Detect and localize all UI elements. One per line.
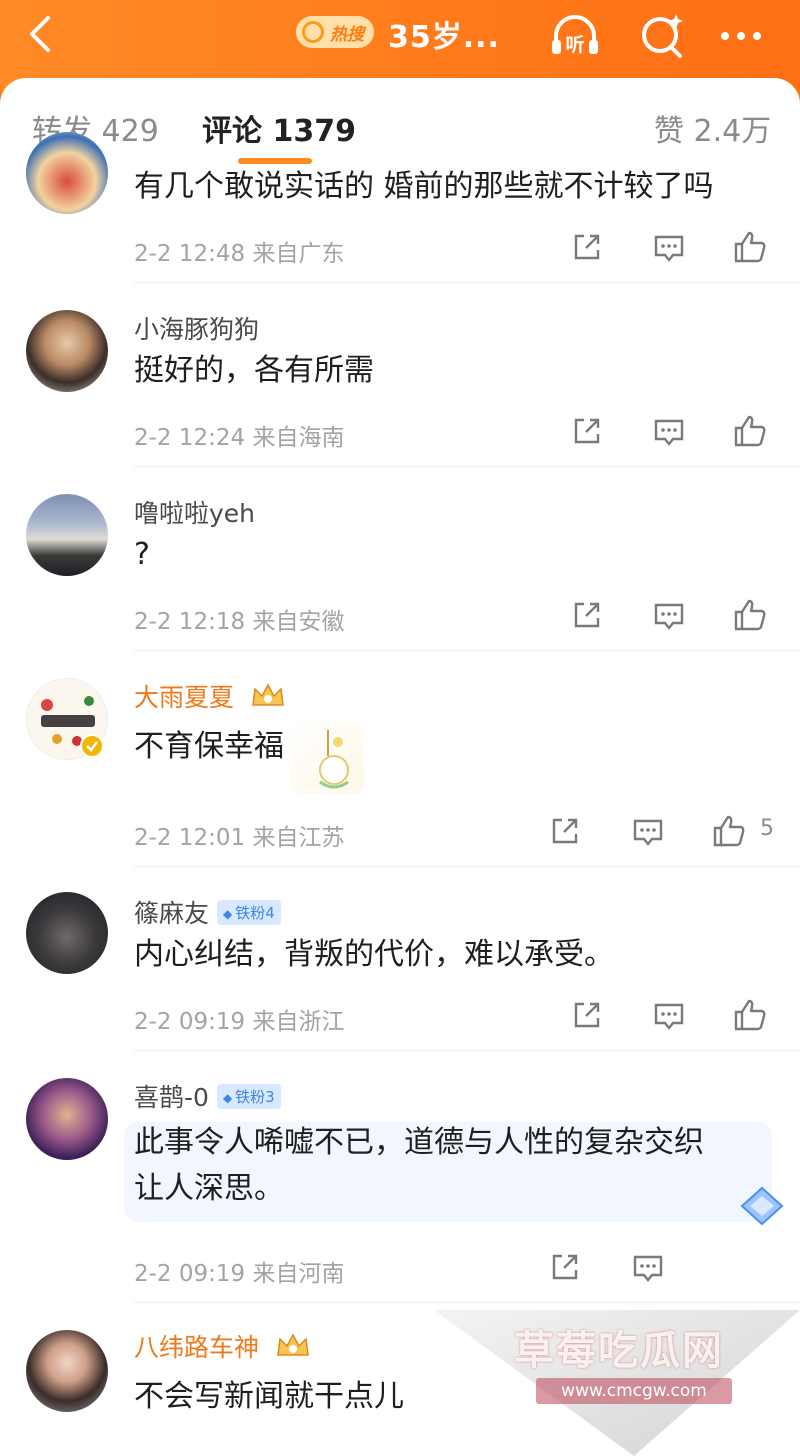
avatar[interactable] <box>26 310 108 392</box>
divider <box>134 1050 800 1051</box>
share-icon[interactable] <box>548 1250 582 1284</box>
listen-label: 听 <box>565 33 584 56</box>
reply-icon[interactable] <box>631 814 665 848</box>
comment-text: 有几个敢说实话的 婚前的那些就不计较了吗 <box>134 169 714 204</box>
avatar[interactable] <box>26 132 108 214</box>
comment-location: 来自浙江 <box>252 1009 345 1035</box>
tab-bar: 转发 429 评论 1379 赞 2.4万 <box>0 78 800 174</box>
share-icon[interactable] <box>548 814 582 848</box>
reply-icon[interactable] <box>631 1250 665 1284</box>
watermark-title: 草莓吃瓜网 <box>514 1328 724 1374</box>
comment-location: 来自海南 <box>252 425 345 451</box>
share-icon[interactable] <box>570 998 604 1032</box>
divider <box>134 866 800 867</box>
comment-text: ? <box>134 537 150 572</box>
comment-time: 2-2 12:48 <box>134 241 246 267</box>
like-icon[interactable] <box>733 998 767 1032</box>
avatar[interactable] <box>26 1078 108 1160</box>
divider <box>134 650 800 651</box>
divider <box>134 1302 800 1303</box>
username[interactable]: 篠麻友 <box>134 899 209 928</box>
comment-time: 2-2 12:18 <box>134 609 246 635</box>
username[interactable]: 小海豚狗狗 <box>134 310 259 346</box>
comment-text-line2: 让人深思。 <box>134 1171 284 1206</box>
reply-icon[interactable] <box>652 598 686 632</box>
like-icon[interactable] <box>733 230 767 264</box>
crown-badge-icon <box>277 1333 309 1356</box>
comment-meta: 2-2 09:19 来自浙江 <box>134 1002 344 1036</box>
username-vip[interactable]: 八纬路车神 <box>134 1328 311 1364</box>
comment-time: 2-2 12:01 <box>134 825 246 851</box>
hot-search-icon <box>302 21 324 43</box>
divider <box>134 282 800 283</box>
comment-text: 内心纠结，背叛的代价，难以承受。 <box>134 937 614 972</box>
search-icon[interactable] <box>636 8 690 62</box>
comment-time: 2-2 09:19 <box>134 1009 246 1035</box>
comment-time: 2-2 12:24 <box>134 425 246 451</box>
share-icon[interactable] <box>570 230 604 264</box>
tab-likes[interactable]: 赞 2.4万 <box>654 106 771 150</box>
comment-meta: 2-2 12:48 来自广东 <box>134 234 344 268</box>
username-row[interactable]: 喜鹊-0 铁粉3 <box>134 1078 281 1114</box>
back-arrow-icon[interactable] <box>22 14 62 54</box>
share-icon[interactable] <box>570 414 604 448</box>
hot-search-badge[interactable]: 热搜 <box>296 16 374 48</box>
headphones-listen-icon[interactable]: 听 <box>548 8 602 62</box>
comment-panel: 转发 429 评论 1379 赞 2.4万 <box>0 78 800 1456</box>
username-row[interactable]: 篠麻友铁粉4 <box>134 894 281 930</box>
top-bar: 热搜 35岁... 听 <box>0 0 800 90</box>
share-icon[interactable] <box>570 598 604 632</box>
comment-text: 不育保幸福 <box>134 729 284 764</box>
reply-icon[interactable] <box>652 230 686 264</box>
comment-time: 2-2 09:19 <box>134 1261 246 1287</box>
avatar[interactable] <box>26 892 108 974</box>
fan-level-badge: 铁粉3 <box>216 1083 281 1109</box>
comment-text: 挺好的，各有所需 <box>134 353 374 388</box>
comment-meta: 2-2 09:19 来自河南 <box>134 1254 344 1288</box>
username[interactable]: 噜啦啦yeh <box>134 494 255 530</box>
tab-comments[interactable]: 评论 1379 <box>202 106 356 150</box>
comment-bubble-decoration <box>290 722 364 794</box>
fan-level-badge: 铁粉4 <box>217 899 281 925</box>
diamond-decoration-icon <box>740 1186 784 1226</box>
comment-location: 来自江苏 <box>252 825 345 851</box>
avatar[interactable] <box>26 1330 108 1412</box>
reply-icon[interactable] <box>652 998 686 1032</box>
hot-search-label: 热搜 <box>330 24 364 45</box>
page-title[interactable]: 35岁... <box>388 12 500 56</box>
avatar[interactable] <box>26 494 108 576</box>
username[interactable]: 八纬路车神 <box>134 1333 259 1362</box>
divider <box>134 466 800 467</box>
comment-meta: 2-2 12:01 来自江苏 <box>134 818 344 852</box>
comment-location: 来自河南 <box>252 1261 345 1287</box>
bubble-decoration-icon <box>319 730 349 789</box>
username[interactable]: 喜鹊-0 <box>134 1083 209 1112</box>
comment-meta: 2-2 12:24 来自海南 <box>134 418 344 452</box>
username-vip[interactable]: 大雨夏夏 <box>134 678 286 714</box>
crown-badge-icon <box>252 683 284 706</box>
comment-location: 来自安徽 <box>252 609 345 635</box>
verified-badge-icon <box>80 734 104 758</box>
comment-text: 不会写新闻就干点儿 <box>134 1379 404 1414</box>
like-icon[interactable] <box>712 814 746 848</box>
username[interactable]: 大雨夏夏 <box>134 683 234 712</box>
comment-text-line1: 此事令人唏嘘不已，道德与人性的复杂交织 <box>134 1125 704 1160</box>
more-options-icon[interactable] <box>714 8 768 62</box>
like-icon[interactable] <box>733 414 767 448</box>
watermark-url: www.cmcgw.com <box>536 1378 732 1404</box>
like-icon[interactable] <box>733 598 767 632</box>
comment-location: 来自广东 <box>252 241 345 267</box>
like-count: 5 <box>760 816 774 841</box>
comment-meta: 2-2 12:18 来自安徽 <box>134 602 344 636</box>
reply-icon[interactable] <box>652 414 686 448</box>
